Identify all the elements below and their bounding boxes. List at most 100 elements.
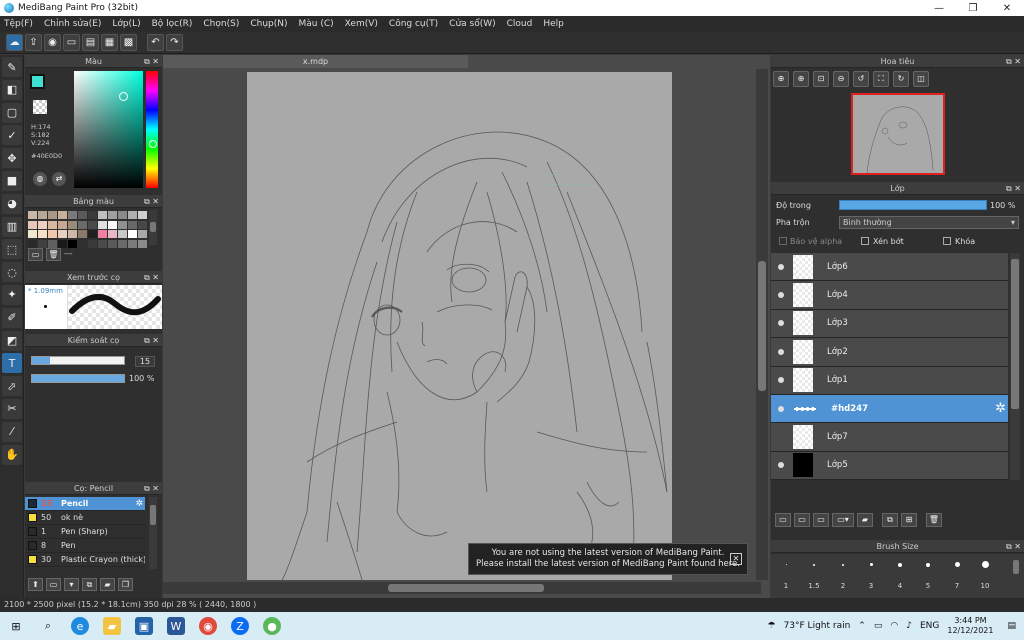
- palette-swatch[interactable]: [98, 220, 107, 229]
- chrome-icon[interactable]: ◉: [199, 617, 217, 635]
- brush-item[interactable]: 8 Pen: [25, 539, 145, 553]
- lasso-tool-icon[interactable]: ◌: [2, 262, 22, 283]
- sv-picker-handle[interactable]: [119, 92, 128, 101]
- flip-icon[interactable]: ◫: [913, 71, 929, 87]
- layer-list-scrollbar[interactable]: [1010, 253, 1020, 480]
- palette-swatch[interactable]: [68, 230, 77, 238]
- delete-palette-icon[interactable]: 🗑: [46, 247, 61, 261]
- palette-swatch[interactable]: [138, 220, 147, 229]
- swap-colors-icon[interactable]: ⇄: [52, 172, 66, 186]
- palette-swatch[interactable]: [48, 211, 57, 219]
- grid-icon[interactable]: ▩: [120, 34, 137, 51]
- menu-view[interactable]: Xem(V): [345, 19, 378, 29]
- select-rect-tool-icon[interactable]: ⬚: [2, 239, 22, 260]
- select-pen-tool-icon[interactable]: ✐: [2, 307, 22, 328]
- panel-controls-icon[interactable]: ⧉ ✕: [1006, 55, 1021, 68]
- divide-tool-icon[interactable]: ✂: [2, 398, 22, 419]
- menu-filter[interactable]: Bộ lọc(R): [152, 19, 193, 29]
- visibility-icon[interactable]: [778, 405, 784, 412]
- copy-brush-icon[interactable]: ⧉: [82, 577, 97, 591]
- brush-size-preset[interactable]: 3: [857, 558, 885, 596]
- brush-tool-icon[interactable]: ✎: [2, 57, 22, 77]
- delete-layer-icon[interactable]: 🗑: [926, 513, 942, 527]
- brush-size-preset[interactable]: 1: [772, 558, 800, 596]
- palette-swatch[interactable]: [28, 220, 37, 229]
- hue-slider[interactable]: [146, 71, 158, 188]
- new-brush-icon[interactable]: ▭: [46, 577, 61, 591]
- palette-swatch[interactable]: [98, 211, 107, 219]
- search-icon[interactable]: ⌕: [39, 617, 57, 635]
- palette-swatch[interactable]: [78, 230, 87, 238]
- navigator-thumbnail[interactable]: [851, 93, 945, 175]
- brush-size-preset[interactable]: 1.5: [800, 558, 828, 596]
- panel-controls-icon[interactable]: ⧉ ✕: [1006, 540, 1021, 553]
- canvas-vertical-scrollbar[interactable]: [756, 69, 768, 580]
- menu-layer[interactable]: Lớp(L): [112, 19, 140, 29]
- menu-file[interactable]: Tệp(F): [4, 19, 33, 29]
- palette-swatch[interactable]: [88, 220, 97, 229]
- clock[interactable]: 3:44 PM 12/12/2021: [947, 616, 993, 636]
- brush-folder-icon[interactable]: ▰: [100, 577, 115, 591]
- new-layer-icon[interactable]: ▭: [775, 513, 791, 527]
- minimize-button[interactable]: —: [922, 3, 956, 14]
- wifi-icon[interactable]: ◠: [890, 621, 898, 631]
- palette-icon[interactable]: ◍: [33, 172, 47, 186]
- panel-controls-icon[interactable]: ⧉ ✕: [1006, 182, 1021, 195]
- gear-icon[interactable]: ✲: [995, 401, 1006, 416]
- bucket-tool-icon[interactable]: ◕: [2, 193, 22, 214]
- copy-layer-icon[interactable]: ⧉: [882, 513, 898, 527]
- magic-wand-tool-icon[interactable]: ✦: [2, 284, 22, 305]
- visibility-icon[interactable]: [778, 263, 784, 270]
- palette-swatch[interactable]: [48, 230, 57, 238]
- palette-swatch[interactable]: [58, 230, 67, 238]
- menu-help[interactable]: Help: [543, 19, 564, 29]
- brush-opacity-slider[interactable]: [31, 374, 125, 383]
- page-icon[interactable]: ▤: [82, 34, 99, 51]
- visibility-icon[interactable]: [778, 377, 784, 384]
- palette-swatch[interactable]: [38, 220, 47, 229]
- layer-row[interactable]: Lớp2: [771, 338, 1008, 367]
- volume-icon[interactable]: ♪: [906, 621, 912, 631]
- gear-icon[interactable]: ✲: [135, 499, 143, 509]
- panel-controls-icon[interactable]: ⧉ ✕: [144, 195, 159, 208]
- close-notification-icon[interactable]: ✕: [730, 553, 742, 565]
- maximize-button[interactable]: ❐: [956, 3, 990, 14]
- layer-row[interactable]: Lớp1: [771, 366, 1008, 395]
- palette-swatch[interactable]: [108, 230, 117, 238]
- menu-capture[interactable]: Chụp(N): [250, 19, 287, 29]
- add-layer-menu-icon[interactable]: ▭▾: [832, 513, 854, 527]
- drawing-canvas[interactable]: ······· ···················: [247, 72, 672, 580]
- menu-color[interactable]: Màu (C): [299, 19, 334, 29]
- grid-list-icon[interactable]: ▦: [101, 34, 118, 51]
- merge-layer-icon[interactable]: ⊞: [901, 513, 917, 527]
- blend-mode-select[interactable]: Bình thường ▾: [839, 216, 1019, 229]
- palette-swatch[interactable]: [38, 211, 47, 219]
- menu-edit[interactable]: Chỉnh sửa(E): [44, 19, 101, 29]
- menu-tools[interactable]: Công cụ(T): [389, 19, 438, 29]
- visibility-icon[interactable]: [778, 320, 784, 327]
- fit-icon[interactable]: ⊡: [813, 71, 829, 87]
- panel-controls-icon[interactable]: ⧉ ✕: [144, 55, 159, 68]
- document-tab[interactable]: x.mdp: [163, 55, 468, 68]
- visibility-icon[interactable]: [778, 462, 784, 469]
- new-layer-1bit-icon[interactable]: ▭: [813, 513, 829, 527]
- layer-opacity-slider[interactable]: [839, 200, 987, 210]
- menu-window[interactable]: Cửa sổ(W): [449, 19, 495, 29]
- brush-size-preset[interactable]: 5: [914, 558, 942, 596]
- brush-item[interactable]: 30 Plastic Crayon (thick): [25, 553, 145, 567]
- eyedropper-tool-icon[interactable]: ⁄: [2, 421, 22, 442]
- move-tool-icon[interactable]: ✥: [2, 148, 22, 169]
- brush-item-pencil[interactable]: 15 Pencil ✲: [25, 497, 145, 511]
- redo-icon[interactable]: ↷: [166, 34, 183, 51]
- protect-alpha-checkbox[interactable]: [779, 237, 787, 245]
- palette-swatch[interactable]: [118, 230, 127, 238]
- brush-size-preset[interactable]: 10: [971, 558, 999, 596]
- brush-size-preset[interactable]: 4: [886, 558, 914, 596]
- brush-size-preset[interactable]: 2: [829, 558, 857, 596]
- panel-controls-icon[interactable]: ⧉ ✕: [144, 334, 159, 347]
- layer-folder-icon[interactable]: ▰: [857, 513, 873, 527]
- windows-start-icon[interactable]: ⊞: [7, 617, 25, 635]
- undo-icon[interactable]: ↶: [147, 34, 164, 51]
- weather-icon[interactable]: ☂: [767, 621, 775, 631]
- zoom-out-icon[interactable]: ⊖: [833, 71, 849, 87]
